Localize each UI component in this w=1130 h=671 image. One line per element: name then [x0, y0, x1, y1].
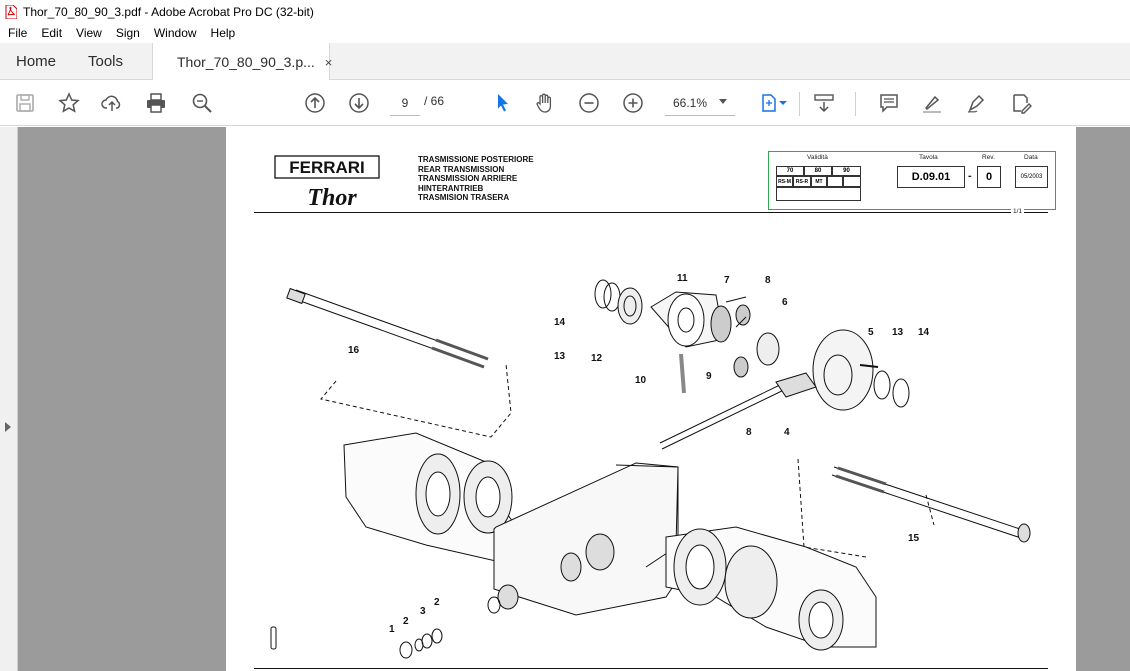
toolbar: 9 / 66 66.1%: [0, 80, 1130, 126]
page-total: / 66: [424, 94, 445, 108]
part-label: 2: [434, 597, 440, 608]
tab-document-label: Thor_70_80_90_3.p...: [177, 54, 315, 70]
menu-edit[interactable]: Edit: [33, 26, 68, 40]
part-label: 7: [724, 275, 730, 286]
comment-icon[interactable]: [877, 91, 901, 115]
zoom-in-icon[interactable]: [621, 91, 645, 115]
page-down-icon[interactable]: [347, 91, 371, 115]
zoom-out-icon[interactable]: [577, 91, 601, 115]
part-label: 8: [746, 427, 752, 438]
part-label: 1: [389, 624, 395, 635]
tab-home[interactable]: Home: [16, 43, 56, 80]
left-panel-toggle[interactable]: [0, 127, 18, 671]
fit-dropdown-icon[interactable]: [778, 91, 788, 115]
part-label: 14: [918, 327, 930, 338]
close-tab-icon[interactable]: ×: [325, 55, 333, 70]
chevron-right-icon[interactable]: [5, 422, 11, 432]
part-label: 5: [868, 327, 874, 338]
part-label: 8: [765, 275, 771, 286]
toolbar-divider: [855, 92, 856, 116]
star-icon[interactable]: [57, 91, 81, 115]
part-label: 14: [554, 317, 566, 328]
menu-help[interactable]: Help: [203, 26, 242, 40]
hand-icon[interactable]: [533, 91, 557, 115]
tab-tools[interactable]: Tools: [88, 43, 123, 80]
part-label: 13: [892, 327, 904, 338]
pdf-file-icon: [4, 4, 17, 19]
highlight-icon[interactable]: [920, 91, 944, 115]
menu-file[interactable]: File: [0, 26, 33, 40]
upload-cloud-icon[interactable]: [100, 91, 124, 115]
pdf-page[interactable]: FERRARI Thor TRASMISSIONE POSTERIORE REA…: [226, 127, 1076, 671]
part-label: 15: [908, 533, 920, 544]
save-icon[interactable]: [13, 91, 37, 115]
pointer-icon[interactable]: [490, 91, 514, 115]
menu-window[interactable]: Window: [146, 26, 203, 40]
menu-sign[interactable]: Sign: [108, 26, 146, 40]
page-number-input[interactable]: 9: [390, 90, 420, 116]
part-label: 16: [348, 345, 360, 356]
part-label: 4: [784, 427, 790, 438]
shaft-15: [831, 466, 1031, 543]
chevron-down-icon[interactable]: [719, 99, 727, 104]
part-label: 9: [706, 371, 712, 382]
tab-bar: Home Tools Thor_70_80_90_3.p... ×: [0, 43, 1130, 81]
part-label: 12: [591, 353, 603, 364]
exploded-parts-diagram: [270, 279, 1031, 659]
toolbar-divider: [799, 92, 800, 116]
sign-pen-icon[interactable]: [965, 91, 989, 115]
footer-rule: [254, 668, 1048, 669]
fill-sign-icon[interactable]: [1009, 91, 1033, 115]
tab-document[interactable]: Thor_70_80_90_3.p... ×: [152, 43, 333, 81]
window-title: Thor_70_80_90_3.pdf - Adobe Acrobat Pro …: [23, 4, 314, 19]
part-label: 13: [554, 351, 566, 362]
shaft-16: [286, 287, 489, 369]
zoom-search-icon[interactable]: [190, 91, 214, 115]
part-label: 2: [403, 616, 409, 627]
page-up-icon[interactable]: [303, 91, 327, 115]
part-label: 3: [420, 606, 426, 617]
print-icon[interactable]: [144, 91, 168, 115]
part-label: 11: [677, 273, 688, 284]
title-bar: Thor_70_80_90_3.pdf - Adobe Acrobat Pro …: [0, 0, 1130, 23]
part-label: 6: [782, 297, 788, 308]
menu-bar: File Edit View Sign Window Help: [0, 23, 1130, 43]
part-label: 10: [635, 375, 647, 386]
scroll-mode-icon[interactable]: [812, 91, 836, 115]
menu-view[interactable]: View: [68, 26, 108, 40]
